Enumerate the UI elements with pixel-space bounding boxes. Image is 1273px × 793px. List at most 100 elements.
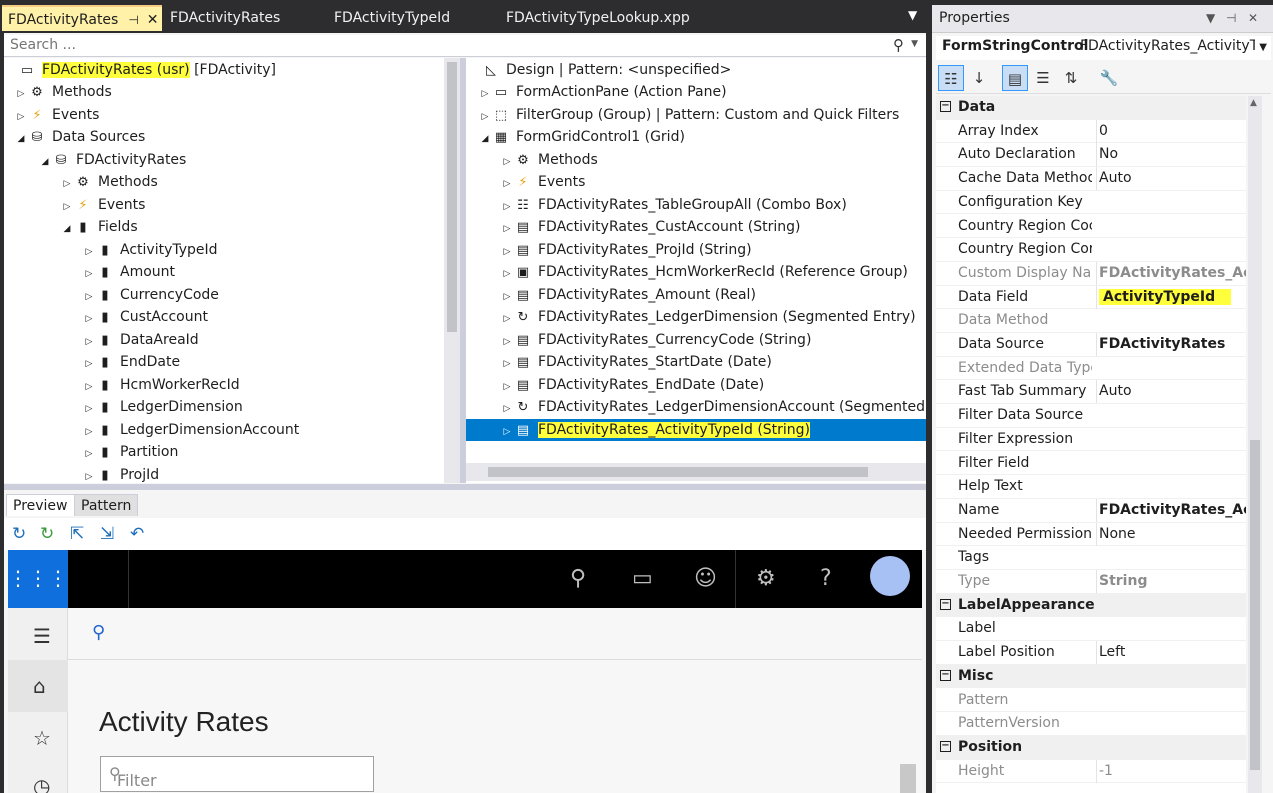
expand-arrow-icon[interactable]: ▷ (82, 443, 96, 465)
property-row[interactable]: Fast Tab Summary Auto (936, 380, 1246, 405)
property-row[interactable]: Data Method (936, 309, 1246, 333)
refresh-green-icon[interactable]: ↻ (40, 524, 54, 544)
collapse-icon[interactable]: − (940, 101, 951, 112)
expand-arrow-icon[interactable]: ▷ (478, 83, 492, 105)
preview-scrollbar[interactable] (900, 764, 916, 793)
object-selector[interactable]: FormStringControl FDActivityRates_Activi… (936, 36, 1271, 60)
property-value[interactable]: FDActivityRates_Acti (1096, 261, 1246, 285)
property-row[interactable]: Country Region Coc (936, 215, 1246, 239)
expand-arrow-icon[interactable]: ▷ (82, 331, 96, 353)
tab-fdactivitytypelookup[interactable]: FDActivityTypeLookup.xpp (500, 5, 740, 31)
close-icon[interactable]: ✕ (1248, 11, 1258, 25)
expand-arrow-icon[interactable]: ▷ (500, 241, 514, 263)
property-row[interactable]: Custom Display NarFDActivityRates_Acti (936, 261, 1246, 286)
tree-item-field[interactable]: ▷ ▮ ActivityTypeId (82, 239, 218, 261)
property-row[interactable]: Label Position Left (936, 641, 1246, 665)
expand-arrow-icon[interactable]: ▷ (500, 398, 514, 420)
gear-icon[interactable]: ⚙ (756, 566, 776, 591)
expand-arrow-icon[interactable]: ▷ (500, 421, 514, 443)
property-row[interactable]: Pattern (936, 689, 1246, 713)
tab-fdactivityrates[interactable]: FDActivityRates (164, 5, 324, 31)
expand-arrow-icon[interactable]: ▷ (500, 353, 514, 375)
expand-arrow-icon[interactable]: ▷ (478, 106, 492, 128)
property-value[interactable]: Auto (1096, 167, 1246, 191)
expand-arrow-icon[interactable]: ▷ (14, 83, 28, 105)
events-icon[interactable]: ☰ (1030, 65, 1056, 91)
hamburger-menu-icon[interactable]: ☰ (33, 624, 51, 648)
dropdown-icon[interactable]: ▼ (1206, 11, 1215, 25)
expand-arrow-icon[interactable]: ▷ (500, 196, 514, 218)
tree-item-control[interactable]: ▷ ↻ FDActivityRates_LedgerDimensionAccount… (500, 396, 925, 418)
property-value[interactable]: String (1096, 570, 1246, 593)
expand-arrow-icon[interactable]: ▷ (60, 196, 74, 218)
close-icon[interactable]: ✕ (147, 12, 159, 28)
property-row[interactable]: Filter Data Source (936, 404, 1246, 428)
tree-item-control[interactable]: ▷ ▤ FDActivityRates_CustAccount (String) (500, 216, 801, 238)
tree-item-field[interactable]: ▷ ▮ Partition (82, 441, 179, 465)
property-value[interactable]: No (1096, 143, 1246, 167)
tree-item-fields[interactable]: ◢ ▮ Fields (60, 216, 138, 238)
property-row[interactable]: Filter Field (936, 452, 1246, 476)
star-icon[interactable]: ☆ (33, 726, 51, 750)
property-grid-scroll-thumb[interactable] (1250, 440, 1260, 770)
collapse-icon[interactable]: − (940, 740, 951, 752)
chevron-down-icon[interactable]: ▼ (1259, 42, 1267, 53)
expand-arrow-icon[interactable]: ▷ (82, 308, 96, 330)
tree-item-methods[interactable]: ▷ ⚙ Methods (14, 81, 112, 103)
property-row[interactable]: Filter Expression (936, 428, 1246, 452)
clock-icon[interactable]: ◷ (33, 774, 50, 793)
property-value[interactable]: FDActivityRates (1096, 333, 1246, 356)
message-icon[interactable]: ▭ (632, 566, 653, 591)
search-icon[interactable]: ⚲ (570, 566, 586, 591)
tree-item-field[interactable]: ▷ ▮ DataAreaId (82, 329, 199, 351)
category-position[interactable]: − Position (936, 735, 1246, 760)
tree-root-node[interactable]: ▭ FDActivityRates (usr) [FDActivity] (18, 59, 276, 81)
properties-icon[interactable]: ▤ (1002, 65, 1028, 91)
tree-item-field[interactable]: ▷ ▮ ProjId (82, 464, 160, 484)
expand-arrow-icon[interactable]: ▷ (500, 263, 514, 285)
tab-pattern[interactable]: Pattern (74, 494, 139, 516)
export-icon[interactable]: ⇲ (100, 524, 114, 544)
tree-item-control[interactable]: ▷ ☷ FDActivityRates_TableGroupAll (Combo B… (500, 194, 847, 216)
tree-item-control[interactable]: ▷ ↻ FDActivityRates_LedgerDimension (Segme… (500, 306, 916, 328)
property-row-data-field[interactable]: Data Field ActivityTypeId (936, 285, 1246, 310)
property-value[interactable]: FDActivityRates_Acti (1096, 498, 1246, 522)
expand-arrow-icon[interactable]: ▷ (82, 421, 96, 443)
tree-item-control[interactable]: ▷ ▤ FDActivityRates_CurrencyCode (String) (500, 329, 812, 351)
open-external-icon[interactable]: ⇱ (70, 524, 84, 544)
expand-arrow-icon[interactable]: ▷ (82, 398, 96, 420)
property-row[interactable]: Needed Permission None (936, 522, 1246, 547)
sort-icon[interactable]: ⇅ (1058, 65, 1084, 91)
property-row[interactable]: Height -1 (936, 759, 1246, 784)
tree-item-filter-group[interactable]: ▷ ⬚ FilterGroup (Group) | Pattern: Custom … (478, 104, 900, 128)
expand-arrow-icon[interactable]: ▷ (500, 173, 514, 195)
tree-item-grid-events[interactable]: ▷ ⚡ Events (500, 171, 586, 195)
alphabetical-icon[interactable]: ↓ (966, 65, 992, 91)
category-data[interactable]: − Data (936, 96, 1246, 120)
expand-arrow-icon[interactable]: ▷ (500, 151, 514, 173)
tree-item-selected-control[interactable]: ▷ ▤ FDActivityRates_ActivityTypeId (String… (466, 418, 926, 443)
design-node[interactable]: ◺ Design | Pattern: <unspecified> (482, 59, 731, 81)
refresh-icon[interactable]: ↻ (12, 524, 26, 544)
tab-overflow-dropdown-icon[interactable]: ▼ (908, 8, 917, 22)
tab-preview[interactable]: Preview (6, 494, 75, 516)
tree-item-field[interactable]: ▷ ▮ LedgerDimensionAccount (82, 419, 300, 443)
tree-item-grid-methods[interactable]: ▷ ⚙ Methods (500, 149, 598, 171)
property-row[interactable]: Type String (936, 570, 1246, 594)
tree-item-events[interactable]: ▷ ⚡ Events (14, 104, 100, 126)
undo-icon[interactable]: ↶ (130, 524, 144, 544)
property-row[interactable]: PatternVersion (936, 712, 1246, 736)
property-row[interactable]: Name FDActivityRates_Acti (936, 498, 1246, 523)
tree-item-control[interactable]: ▷ ▣ FDActivityRates_HcmWorkerRecId (Refere… (500, 261, 908, 283)
tree-item-ds-methods[interactable]: ▷ ⚙ Methods (60, 171, 158, 193)
tree-item-field[interactable]: ▷ ▮ CurrencyCode (82, 284, 219, 306)
collapse-arrow-icon[interactable]: ◢ (478, 128, 492, 150)
tree-item-control[interactable]: ▷ ▤ FDActivityRates_ProjId (String) (500, 239, 752, 261)
collapse-arrow-icon[interactable]: ◢ (38, 151, 52, 173)
tree-item-field[interactable]: ▷ ▮ HcmWorkerRecId (82, 374, 240, 396)
expand-arrow-icon[interactable]: ▷ (82, 286, 96, 308)
tree-item-field[interactable]: ▷ ▮ Amount (82, 261, 175, 283)
tree-item-field[interactable]: ▷ ▮ LedgerDimension (82, 396, 243, 418)
home-icon[interactable]: ⌂ (33, 674, 46, 698)
property-row[interactable]: Help Text (936, 475, 1246, 499)
